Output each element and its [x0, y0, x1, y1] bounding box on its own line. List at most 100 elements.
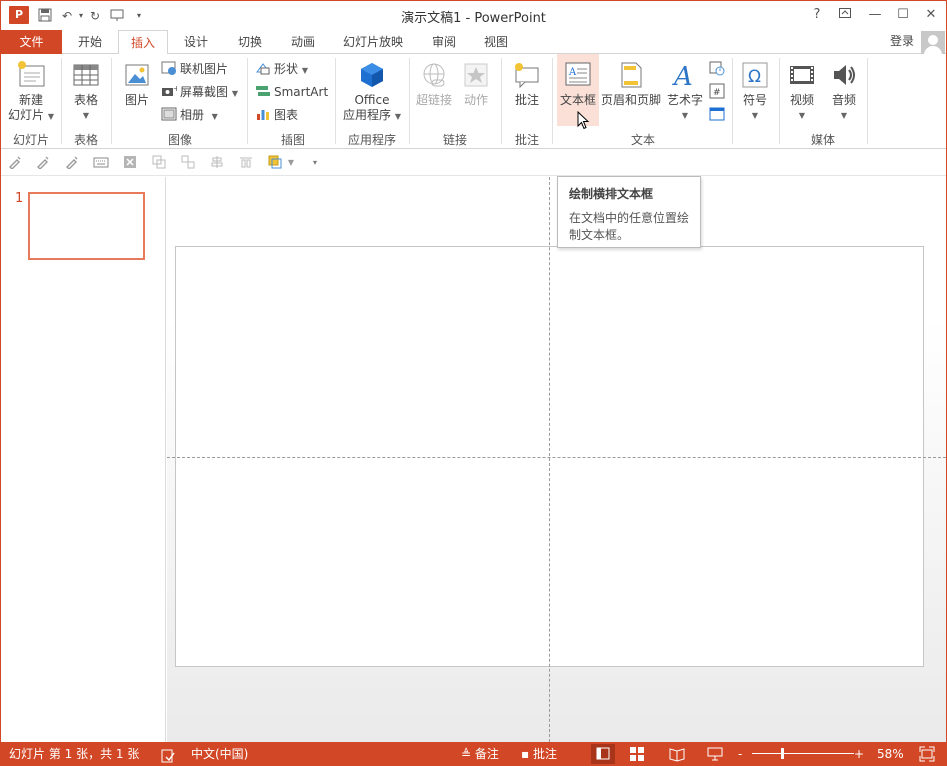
- tab-animations[interactable]: 动画: [277, 30, 329, 54]
- video-label: 视频: [789, 93, 814, 107]
- audio-button[interactable]: 音频 ▼: [825, 58, 863, 123]
- eyedropper-icon[interactable]: [7, 155, 23, 171]
- chevron-down-icon: ▼: [798, 111, 806, 120]
- comments-button[interactable]: ▪ 批注: [521, 742, 557, 765]
- svg-text:A: A: [672, 62, 693, 90]
- svg-text:A: A: [568, 67, 577, 78]
- group-label-apps: 应用程序: [347, 133, 396, 147]
- align-center-icon[interactable]: [209, 155, 225, 171]
- ribbon-insert: 新建 幻灯片 ▼ 幻灯片 表格 ▼ 表格 图片 联机图片 +屏幕截图 ▼: [1, 54, 946, 149]
- chevron-down-icon: ▼: [681, 111, 689, 120]
- slide-editing-area: [167, 177, 946, 742]
- slide-count-status[interactable]: 幻灯片 第 1 张，共 1 张: [9, 742, 139, 765]
- zoom-slider[interactable]: [752, 753, 854, 754]
- spell-check-icon[interactable]: [161, 747, 175, 763]
- bring-forward-icon[interactable]: [267, 155, 283, 171]
- zoom-slider-thumb[interactable]: [781, 748, 784, 759]
- smartart-icon: [255, 83, 271, 99]
- new-slide-button[interactable]: 新建 幻灯片 ▼: [5, 58, 57, 124]
- tab-transitions[interactable]: 切换: [223, 30, 277, 54]
- film-icon: [787, 60, 817, 90]
- group-label-illustrations: 插图: [280, 133, 305, 147]
- slide-thumbnail[interactable]: [28, 192, 145, 260]
- maximize-button[interactable]: ☐: [891, 5, 915, 25]
- normal-view-button[interactable]: [591, 744, 615, 764]
- picture-button[interactable]: 图片: [117, 58, 157, 108]
- slide-number-icon[interactable]: #: [709, 83, 725, 99]
- wordart-button[interactable]: A 艺术字 ▼: [663, 58, 707, 123]
- table-button[interactable]: 表格 ▼: [65, 58, 107, 123]
- tooltip-title: 绘制横排文本框: [569, 187, 654, 201]
- status-bar: 幻灯片 第 1 张，共 1 张 中文(中国) ≜ 备注 ▪ 批注 - + 58%: [1, 742, 946, 765]
- chevron-down-icon: ▼: [82, 111, 90, 120]
- mouse-cursor-icon: [577, 110, 591, 131]
- distribute-icon[interactable]: [238, 155, 254, 171]
- minimize-button[interactable]: —: [863, 5, 887, 25]
- new-slide-icon: [16, 60, 46, 90]
- tab-home[interactable]: 开始: [63, 30, 117, 54]
- keyboard-icon[interactable]: [93, 155, 109, 171]
- comment-button[interactable]: 批注: [505, 58, 549, 108]
- header-footer-icon: [616, 60, 646, 90]
- vertical-guide[interactable]: [549, 177, 550, 742]
- tab-insert[interactable]: 插入: [118, 30, 168, 55]
- comment-icon: ▪: [521, 747, 530, 761]
- eyedropper-icon[interactable]: [64, 155, 80, 171]
- tooltip-description: 在文档中的任意位置绘制文本框。: [569, 211, 690, 242]
- object-icon[interactable]: [709, 106, 725, 122]
- office-store-icon: [357, 60, 387, 90]
- tab-view[interactable]: 视图: [469, 30, 523, 54]
- close-box-icon[interactable]: [122, 155, 138, 171]
- chevron-down-icon: ▼: [301, 66, 308, 75]
- reading-view-icon[interactable]: [669, 746, 685, 762]
- slide-number-label: 1: [15, 191, 24, 206]
- action-button[interactable]: 动作: [457, 58, 495, 108]
- zoom-out-button[interactable]: -: [738, 742, 742, 765]
- date-time-icon[interactable]: [709, 60, 725, 76]
- star-action-icon: [461, 60, 491, 90]
- ungroup-objects-icon[interactable]: [180, 155, 196, 171]
- wordart-icon: A: [670, 60, 700, 92]
- slideshow-view-icon[interactable]: [707, 746, 723, 762]
- new-slide-label-1: 新建: [18, 93, 43, 107]
- close-button[interactable]: ✕: [919, 5, 943, 25]
- tab-design[interactable]: 设计: [169, 30, 223, 54]
- photo-album-icon: [161, 106, 177, 122]
- user-avatar-icon[interactable]: [921, 31, 945, 55]
- language-status[interactable]: 中文(中国): [191, 742, 248, 765]
- hyperlink-button[interactable]: 超链接: [413, 58, 455, 108]
- notes-button[interactable]: ≜ 备注: [461, 742, 499, 765]
- group-divider: [61, 58, 62, 144]
- customize-toolbar-icon[interactable]: ▾: [307, 155, 323, 171]
- symbol-button[interactable]: Ω 符号 ▼: [735, 58, 775, 123]
- help-button[interactable]: ?: [805, 5, 829, 25]
- horizontal-guide[interactable]: [167, 457, 946, 458]
- zoom-in-button[interactable]: +: [854, 742, 864, 765]
- fit-slide-icon[interactable]: [919, 746, 935, 762]
- group-objects-icon[interactable]: [151, 155, 167, 171]
- eyedropper-icon[interactable]: [35, 155, 51, 171]
- chevron-down-icon[interactable]: ▼: [283, 155, 299, 171]
- sign-in-link[interactable]: 登录: [890, 30, 914, 52]
- tab-slideshow[interactable]: 幻灯片放映: [333, 30, 413, 54]
- group-label-comments: 批注: [514, 133, 539, 147]
- online-pictures-button[interactable]: 联机图片: [161, 59, 228, 79]
- video-button[interactable]: 视频 ▼: [783, 58, 821, 123]
- tab-file[interactable]: 文件: [1, 30, 62, 54]
- photo-album-label: 相册: [180, 108, 205, 122]
- smartart-label: SmartArt: [274, 85, 329, 99]
- header-footer-button[interactable]: 页眉和页脚: [599, 58, 663, 108]
- ribbon-display-options-button[interactable]: [833, 5, 857, 25]
- photo-album-button[interactable]: 相册 ▼: [161, 105, 218, 125]
- shapes-label: 形状: [274, 62, 299, 76]
- office-apps-button[interactable]: Office 应用程序 ▼: [339, 58, 405, 124]
- slide-sorter-view-icon[interactable]: [629, 746, 645, 762]
- chevron-down-icon: ▼: [751, 111, 759, 120]
- zoom-level[interactable]: 58%: [877, 742, 904, 765]
- chart-button[interactable]: 图表: [255, 105, 298, 125]
- tab-review[interactable]: 审阅: [417, 30, 471, 54]
- shapes-button[interactable]: 形状 ▼: [255, 59, 308, 79]
- screenshot-button[interactable]: +屏幕截图 ▼: [161, 82, 238, 102]
- smartart-button[interactable]: SmartArt: [255, 82, 328, 102]
- online-pictures-icon: [161, 60, 177, 76]
